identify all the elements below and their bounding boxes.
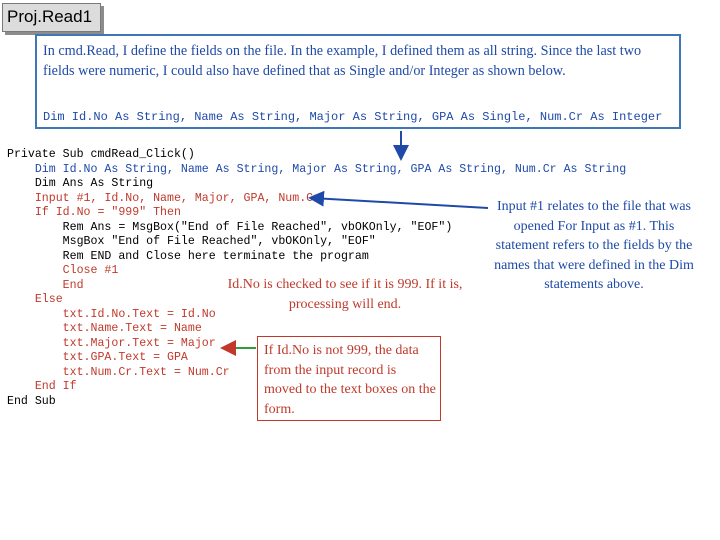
note-else-text: If Id.No is not 999, the data from the i… — [264, 343, 436, 417]
code-line: Dim Id.No As String, Name As String, Maj… — [7, 162, 627, 176]
intro-text: In cmd.Read, I define the fields on the … — [43, 43, 642, 79]
note-input-statement: Input #1 relates to the file that was op… — [494, 199, 694, 292]
slide-title: Proj.Read1 — [7, 7, 93, 26]
code-line: Dim Ans As String — [7, 177, 154, 190]
intro-callout: In cmd.Read, I define the fields on the … — [35, 34, 681, 129]
note-else-box: If Id.No is not 999, the data from the i… — [257, 336, 441, 421]
code-line: txt.Name.Text = Name — [7, 322, 202, 335]
note-id-check: Id.No is checked to see if it is 999. If… — [227, 277, 463, 312]
slide-title-badge: Proj.Read1 — [2, 3, 101, 32]
code-line: Private Sub cmdRead_Click() — [7, 148, 195, 161]
intro-dim-statement: Dim Id.No As String, Name As String, Maj… — [43, 110, 663, 124]
